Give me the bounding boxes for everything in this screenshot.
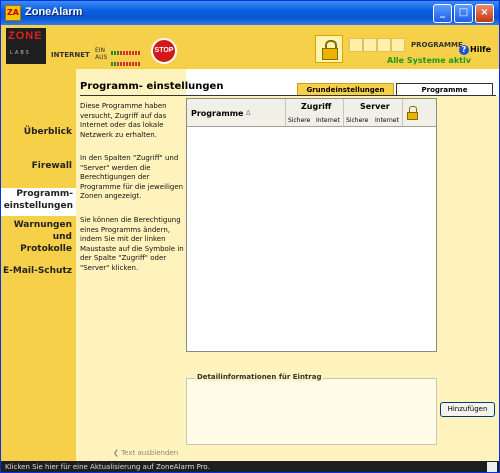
sort-asc-icon: ∆ (246, 109, 251, 117)
hide-text-label: Text ausblenden (121, 449, 179, 457)
programs-header-label: Programme (191, 109, 244, 118)
internet-label: INTERNET (51, 51, 90, 59)
column-header-programs[interactable]: Programme ∆ (187, 99, 286, 127)
sidebar-item-alerts-logs[interactable]: Warnungen und Protokolle (14, 219, 72, 255)
column-header-server[interactable]: Server Sichere Internet (344, 99, 403, 127)
title-divider (80, 95, 496, 96)
lock-icon (407, 106, 419, 122)
sidebar-item-overview[interactable]: Überblick (24, 126, 72, 138)
program-slot-1 (349, 38, 363, 52)
program-slot-3 (377, 38, 391, 52)
sidebar-item-firewall[interactable]: Firewall (32, 160, 72, 172)
info-paragraph-1: Diese Programme haben versucht, Zugriff … (80, 102, 167, 139)
server-header-label: Server (360, 102, 390, 111)
logo-text: ZONE (8, 30, 43, 42)
in-label: EIN (95, 47, 106, 54)
programs-label: PROGRAMME (411, 41, 463, 49)
minimize-button[interactable]: _ (433, 4, 452, 23)
column-header-lock[interactable] (403, 99, 436, 127)
out-label: AUS (95, 54, 108, 61)
access-header-label: Zugriff (301, 102, 332, 111)
zonealarm-window: ZA ZoneAlarm _ □ × ZONE LABS INTERNET EI… (0, 0, 500, 473)
program-slot-4 (391, 38, 405, 52)
program-slot-2 (363, 38, 377, 52)
internet-lock-icon[interactable] (315, 35, 343, 63)
help-icon: ? (459, 45, 469, 55)
help-link[interactable]: ? Hilfe (459, 45, 491, 55)
server-trusted-label: Sichere (346, 117, 369, 124)
traffic-meter (111, 48, 147, 66)
add-button[interactable]: Hinzufügen (440, 402, 495, 417)
detail-info-legend: Detailinformationen für Eintrag (195, 373, 324, 381)
access-trusted-label: Sichere (288, 117, 311, 124)
chevron-left-icon: ❮ (113, 449, 122, 457)
close-button[interactable]: × (475, 4, 494, 23)
header-panel: ZONE LABS INTERNET EIN AUS STOP PROGRAMM… (1, 25, 499, 69)
stop-button[interactable]: STOP (151, 38, 177, 64)
server-internet-label: Internet (375, 117, 399, 124)
maximize-button[interactable]: □ (454, 4, 473, 23)
window-title: ZoneAlarm (25, 6, 83, 18)
hide-text-link[interactable]: ❮ Text ausblenden (113, 449, 178, 457)
access-internet-label: Internet (316, 117, 340, 124)
zonelabs-logo: ZONE LABS (6, 28, 46, 64)
app-icon: ZA (5, 5, 21, 21)
info-paragraph-3: Sie können die Berechtigung eines Progra… (80, 216, 184, 272)
sidebar-item-program-settings[interactable]: Programm- einstellungen (1, 188, 77, 216)
title-bar[interactable]: ZA ZoneAlarm _ □ × (1, 1, 499, 25)
column-header-access[interactable]: Zugriff Sichere Internet (286, 99, 344, 127)
programs-table[interactable]: Programme ∆ Zugriff Sichere Internet Ser… (186, 98, 437, 352)
status-bar-text[interactable]: Klicken Sie hier für eine Aktualisierung… (5, 463, 210, 471)
info-paragraph-2: In den Spalten "Zugriff" und "Server" we… (80, 154, 184, 200)
page-title: Programm- einstellungen (80, 81, 224, 92)
system-status: Alle Systeme aktiv (387, 56, 471, 65)
help-label: Hilfe (470, 45, 492, 54)
logo-subtext: LABS (10, 50, 31, 56)
resize-grip-icon[interactable] (487, 462, 497, 472)
sidebar: Überblick Firewall Programm- einstellung… (1, 69, 77, 461)
status-bar[interactable]: Klicken Sie hier für eine Aktualisierung… (1, 461, 499, 472)
detail-info-box (186, 378, 437, 445)
sidebar-item-email-protection[interactable]: E-Mail-Schutz (3, 265, 72, 277)
traffic-labels: EIN AUS (95, 47, 107, 61)
